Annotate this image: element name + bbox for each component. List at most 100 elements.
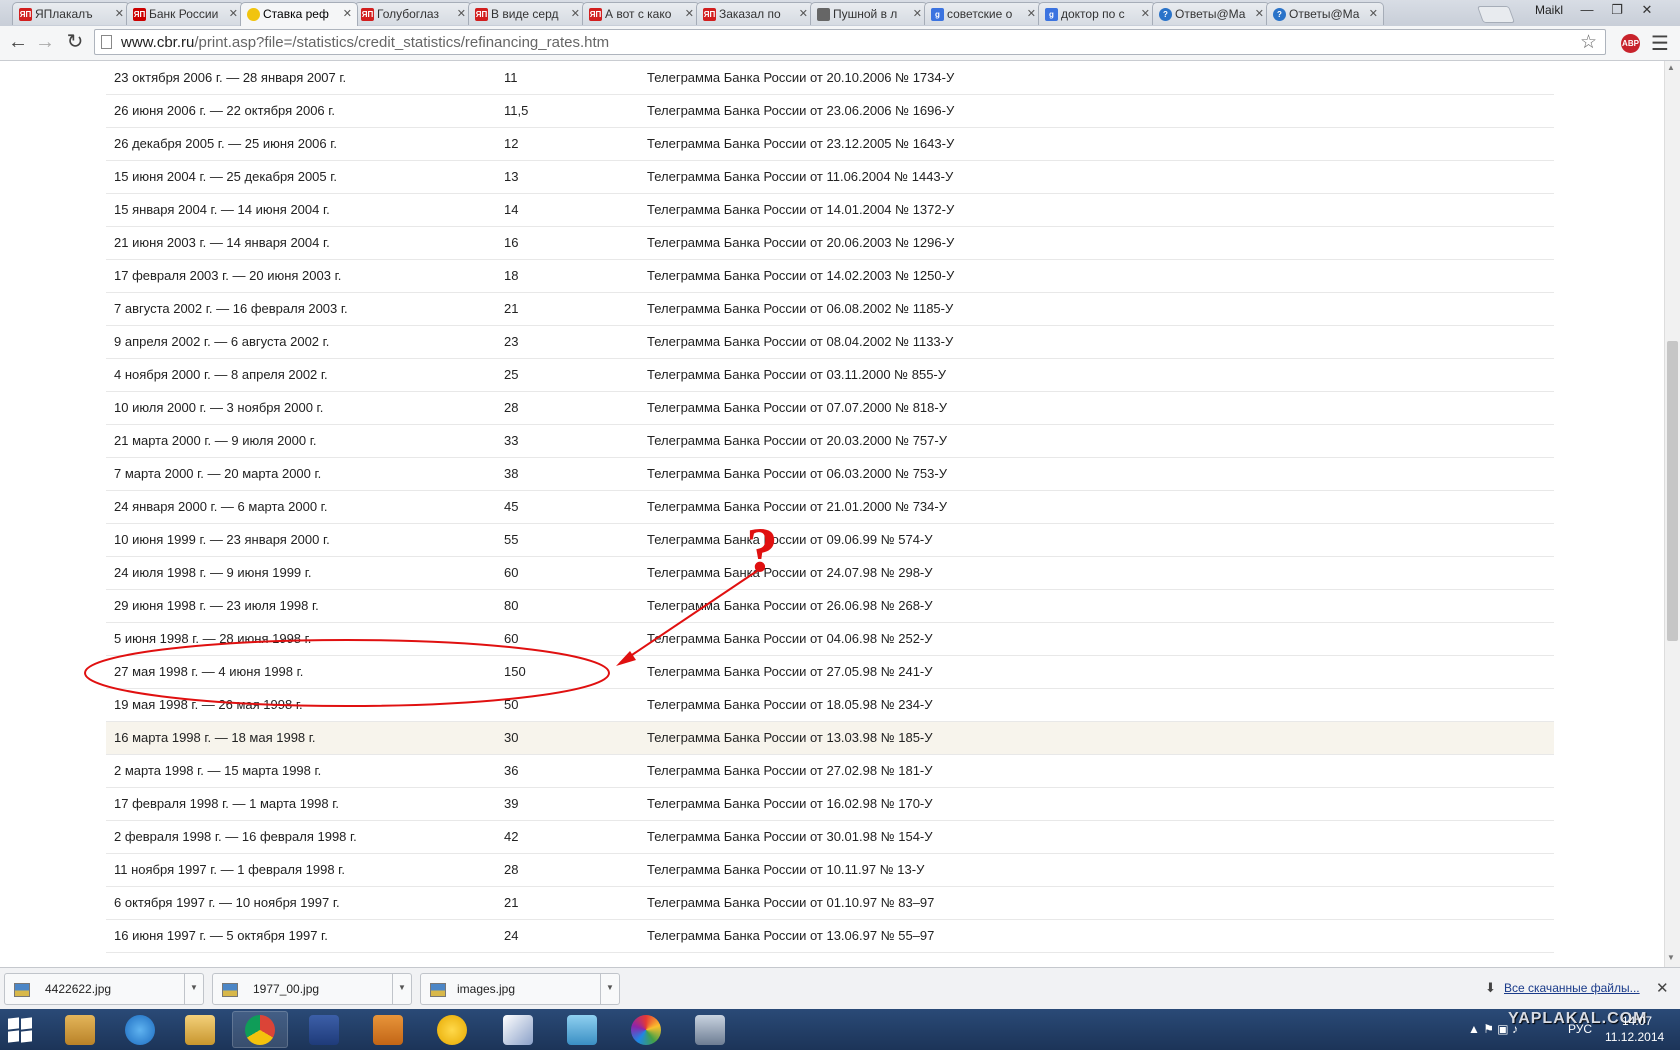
scroll-thumb[interactable] — [1667, 341, 1678, 641]
profile-name[interactable]: Maikl — [1535, 3, 1563, 17]
start-button[interactable] — [8, 1017, 32, 1043]
url-text[interactable]: www.cbr.ru/print.asp?file=/statistics/cr… — [121, 34, 609, 51]
clock-time[interactable]: 14:07 — [1622, 1014, 1652, 1028]
period-cell: 7 августа 2002 г. — 16 февраля 2003 г. — [106, 292, 496, 326]
period-cell: 24 января 2000 г. — 6 марта 2000 г. — [106, 490, 496, 524]
download-menu-icon[interactable]: ▼ — [184, 974, 203, 1004]
page-icon — [101, 35, 112, 49]
taskbar-app-ie[interactable] — [112, 1011, 168, 1048]
table-row: 26 июня 2006 г. — 22 октября 2006 г. 11,5… — [106, 94, 1554, 128]
taskbar-app-system[interactable] — [682, 1011, 738, 1048]
tab[interactable]: ? Ответы@Ма ✕ — [1152, 2, 1270, 25]
tab-close-icon[interactable]: ✕ — [229, 7, 238, 20]
tab[interactable]: ЯП Банк России ✕ — [126, 2, 244, 25]
tab-close-icon[interactable]: ✕ — [115, 7, 124, 20]
back-arrow-icon[interactable]: ← — [6, 31, 30, 55]
scroll-down-icon[interactable]: ▼ — [1667, 953, 1675, 962]
taskbar-app-save[interactable] — [296, 1011, 352, 1048]
table-row: 17 февраля 2003 г. — 20 июня 2003 г. 18 Те… — [106, 259, 1554, 293]
tab[interactable]: g советские о ✕ — [924, 2, 1042, 25]
minimize-button[interactable]: — — [1574, 2, 1600, 20]
tab-close-icon[interactable]: ✕ — [685, 7, 694, 20]
smile-favicon-icon — [247, 8, 260, 21]
tab-label: Пушной в л — [833, 7, 898, 21]
bookmark-star-icon[interactable]: ☆ — [1580, 31, 1597, 54]
tab-close-icon[interactable]: ✕ — [1255, 7, 1264, 20]
tab[interactable]: ЯП ЯПлакалъ ✕ — [12, 2, 130, 25]
tab[interactable]: g доктор по с ✕ — [1038, 2, 1156, 25]
image-file-icon — [222, 983, 238, 997]
tab-close-icon[interactable]: ✕ — [1369, 7, 1378, 20]
rate-cell: 21 — [496, 886, 639, 920]
picasa-icon — [631, 1014, 661, 1045]
taskbar-app-r[interactable] — [360, 1011, 416, 1048]
period-cell: 15 июня 2004 г. — 25 декабря 2005 г. — [106, 160, 496, 194]
rate-cell: 24 — [496, 919, 639, 953]
tab[interactable]: ЯП А вот с како ✕ — [582, 2, 700, 25]
rate-cell: 80 — [496, 589, 639, 623]
tab-close-icon[interactable]: ✕ — [799, 7, 808, 20]
language-indicator[interactable]: РУС — [1568, 1022, 1592, 1036]
tab-close-icon[interactable]: ✕ — [571, 7, 580, 20]
document-cell: Телеграмма Банка России от 10.11.97 № 13… — [639, 853, 1554, 887]
download-item[interactable]: 4422622.jpg ▼ — [4, 973, 204, 1005]
document-cell: Телеграмма Банка России от 11.06.2004 № … — [639, 160, 1554, 194]
taskbar-app-1c[interactable] — [424, 1011, 480, 1048]
tab-close-icon[interactable]: ✕ — [913, 7, 922, 20]
document-cell: Телеграмма Банка России от 21.01.2000 № … — [639, 490, 1554, 524]
tab-label: доктор по с — [1061, 7, 1125, 21]
taskbar-app-notes[interactable] — [554, 1011, 610, 1048]
taskbar-app-picasa[interactable] — [618, 1011, 674, 1048]
document-cell: Телеграмма Банка России от 20.03.2000 № … — [639, 424, 1554, 458]
tab-close-icon[interactable]: ✕ — [343, 7, 352, 20]
close-window-button[interactable]: ✕ — [1634, 2, 1660, 20]
taskbar-app-explorer-alt[interactable] — [52, 1011, 108, 1048]
tab[interactable]: ЯП Голубоглаз ✕ — [354, 2, 472, 25]
download-item[interactable]: 1977_00.jpg ▼ — [212, 973, 412, 1005]
table-row: 21 марта 2000 г. — 9 июля 2000 г. 33 Телег… — [106, 424, 1554, 458]
clock-date[interactable]: 11.12.2014 — [1605, 1030, 1664, 1044]
close-downloads-icon[interactable]: ✕ — [1656, 979, 1669, 997]
rate-cell: 60 — [496, 556, 639, 590]
new-tab-button[interactable] — [1476, 6, 1516, 23]
download-menu-icon[interactable]: ▼ — [600, 974, 619, 1004]
tab-label: Ставка реф — [263, 7, 329, 21]
download-menu-icon[interactable]: ▼ — [392, 974, 411, 1004]
system-tray-icons[interactable]: ▲ ⚑ ▣ ♪ — [1468, 1022, 1518, 1036]
taskbar-app-explorer[interactable] — [172, 1011, 228, 1048]
reload-icon[interactable]: ↻ — [63, 31, 87, 55]
restore-button[interactable]: ❐ — [1604, 2, 1630, 20]
tab-label: Банк России — [149, 7, 219, 21]
menu-icon[interactable]: ☰ — [1651, 31, 1669, 56]
table-row: 23 октября 2006 г. — 28 января 2007 г. 11… — [106, 61, 1554, 95]
rate-cell: 50 — [496, 688, 639, 722]
tab-close-icon[interactable]: ✕ — [1027, 7, 1036, 20]
tab-close-icon[interactable]: ✕ — [457, 7, 466, 20]
tab[interactable]: Пушной в л ✕ — [810, 2, 928, 25]
period-cell: 17 февраля 1998 г. — 1 марта 1998 г. — [106, 787, 496, 821]
all-downloads-link[interactable]: Все скачанные файлы... — [1504, 981, 1640, 995]
paint-icon — [503, 1014, 533, 1045]
answers-favicon-icon: ? — [1159, 8, 1172, 21]
forward-arrow-icon[interactable]: → — [33, 31, 57, 55]
period-cell: 26 декабря 2005 г. — 25 июня 2006 г. — [106, 127, 496, 161]
tab[interactable]: ЯП Заказал по ✕ — [696, 2, 814, 25]
tab[interactable]: Ставка реф ✕ — [240, 2, 358, 26]
tab-close-icon[interactable]: ✕ — [1141, 7, 1150, 20]
address-bar[interactable]: www.cbr.ru/print.asp?file=/statistics/cr… — [94, 29, 1606, 55]
page-content: 23 октября 2006 г. — 28 января 2007 г. 11… — [0, 61, 1664, 967]
taskbar-app-chrome[interactable] — [232, 1011, 288, 1048]
rate-cell: 13 — [496, 160, 639, 194]
document-cell: Телеграмма Банка России от 16.02.98 № 17… — [639, 787, 1554, 821]
page-scrollbar[interactable]: ▲ ▼ — [1664, 61, 1680, 967]
tab[interactable]: ? Ответы@Ма ✕ — [1266, 2, 1384, 25]
taskbar-app-paint[interactable] — [490, 1011, 546, 1048]
tab[interactable]: ЯП В виде серд ✕ — [468, 2, 586, 25]
rate-cell: 14 — [496, 193, 639, 227]
document-cell: Телеграмма Банка России от 13.03.98 № 18… — [639, 721, 1554, 755]
scroll-up-icon[interactable]: ▲ — [1667, 63, 1675, 72]
download-item[interactable]: images.jpg ▼ — [420, 973, 620, 1005]
tab-label: Голубоглаз — [377, 7, 439, 21]
adblock-icon[interactable]: ABP — [1621, 34, 1640, 53]
download-arrow-icon: ⬇ — [1485, 980, 1496, 995]
